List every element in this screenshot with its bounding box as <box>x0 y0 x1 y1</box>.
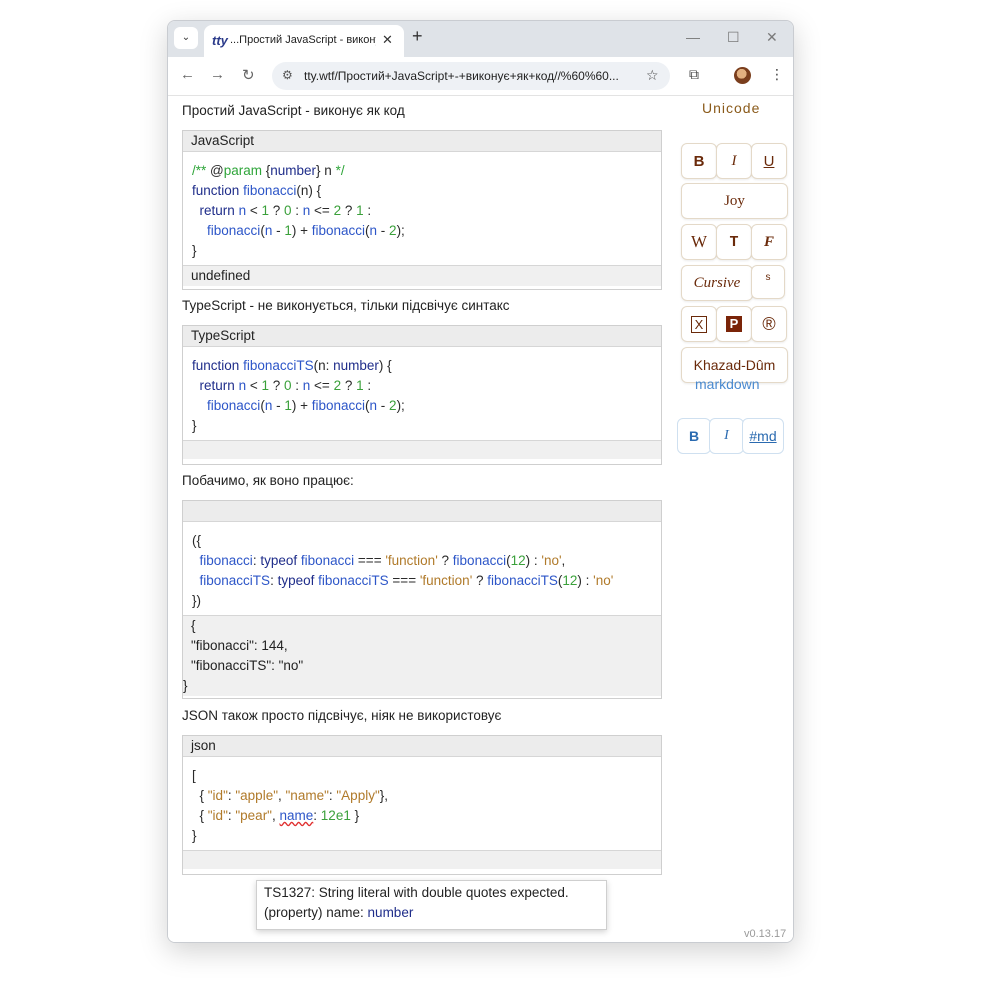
browser-window: ⌄ tty ...Простий JavaScript - виконує ✕ … <box>167 20 794 943</box>
code-editor[interactable]: ({ fibonacci: typeof fibonacci === 'func… <box>183 522 661 615</box>
url-text[interactable]: tty.wtf/Простий+JavaScript+-+виконує+як+… <box>304 69 634 83</box>
code-editor[interactable]: [ { "id": "apple", "name": "Apply"}, { "… <box>183 757 661 850</box>
unicode-cursive-button[interactable]: Cursive <box>681 265 753 301</box>
active-tab[interactable]: tty ...Простий JavaScript - виконує ✕ <box>204 25 404 57</box>
reload-button[interactable]: ↻ <box>242 66 255 84</box>
error-tooltip: TS1327: String literal with double quote… <box>256 880 607 930</box>
code-result: { "fibonacci": 144, "fibonacciTS": "no"} <box>183 615 661 696</box>
unicode-superscript-button[interactable]: s <box>751 265 785 299</box>
code-result <box>183 440 661 459</box>
tooltip-type-prefix: (property) name: <box>264 905 368 920</box>
tooltip-type-name: number <box>367 905 414 920</box>
close-window-button[interactable]: ✕ <box>766 29 778 46</box>
unicode-fraktur-button[interactable]: F <box>751 224 787 260</box>
code-block-json[interactable]: json [ { "id": "apple", "name": "Apply"}… <box>182 735 662 875</box>
heading-javascript: Простий JavaScript - виконує як код <box>182 103 405 118</box>
tab-search-button[interactable]: ⌄ <box>174 27 198 49</box>
heading-typescript: TypeScript - не виконується, тільки підс… <box>182 298 510 313</box>
unicode-boxed-button[interactable]: X <box>681 306 717 342</box>
unicode-joy-button[interactable]: Joy <box>681 183 788 219</box>
tab-close-icon[interactable]: ✕ <box>382 32 393 48</box>
code-block-typescript[interactable]: TypeScript function fibonacciTS(n: numbe… <box>182 325 662 465</box>
tab-bar: ⌄ tty ...Простий JavaScript - виконує ✕ … <box>168 21 793 57</box>
unicode-title: Unicode <box>702 100 761 116</box>
unicode-wide-button[interactable]: W <box>681 224 717 260</box>
unicode-plate-button[interactable]: P <box>716 306 752 342</box>
tab-title: ...Простий JavaScript - виконує <box>230 34 376 46</box>
result-line: { <box>191 618 196 633</box>
plate-p-label: P <box>725 316 743 332</box>
browser-menu-icon[interactable]: ⋮ <box>770 66 784 83</box>
unicode-typewriter-button[interactable]: T <box>716 224 752 260</box>
code-block-run[interactable]: ({ fibonacci: typeof fibonacci === 'func… <box>182 500 662 699</box>
bookmark-star-icon[interactable]: ☆ <box>646 67 659 84</box>
code-block-javascript[interactable]: JavaScript /** @param {number} n */ func… <box>182 130 662 290</box>
code-result: undefined <box>183 265 661 286</box>
result-line: "fibonacci": 144, <box>191 638 288 653</box>
markdown-tag-button[interactable]: #md <box>742 418 784 454</box>
code-editor[interactable]: /** @param {number} n */ function fibona… <box>183 152 661 265</box>
markdown-italic-button[interactable]: I <box>709 418 744 454</box>
page-content: Простий JavaScript - виконує як код Java… <box>168 96 793 942</box>
markdown-bold-button[interactable]: B <box>677 418 711 454</box>
markdown-title: markdown <box>695 376 760 392</box>
code-result <box>183 850 661 869</box>
forward-button[interactable]: → <box>210 66 225 83</box>
minimize-button[interactable]: — <box>686 29 700 45</box>
unicode-circled-button[interactable]: ® <box>751 306 787 342</box>
tooltip-error-line: TS1327: String literal with double quote… <box>264 885 569 900</box>
boxed-x-label: X <box>690 315 708 333</box>
tooltip-type-line: (property) name: number <box>264 903 606 923</box>
browser-toolbar: ← → ↻ ⚙ tty.wtf/Простий+JavaScript+-+вик… <box>168 57 793 96</box>
heading-json: JSON також просто підсвічує, ніяк не вик… <box>182 708 502 723</box>
code-editor[interactable]: function fibonacciTS(n: number) { return… <box>183 347 661 440</box>
favicon-icon: tty <box>212 33 228 48</box>
new-tab-button[interactable]: + <box>412 26 423 47</box>
site-settings-icon[interactable]: ⚙ <box>282 68 293 82</box>
profile-avatar[interactable] <box>734 67 751 84</box>
unicode-underline-button[interactable]: U <box>751 143 787 179</box>
maximize-button[interactable]: ☐ <box>727 29 740 46</box>
result-line: } <box>183 678 188 693</box>
version-label: v0.13.17 <box>744 928 787 940</box>
code-block-lang: JavaScript <box>183 131 661 152</box>
result-line: "fibonacciTS": "no" <box>191 658 304 673</box>
extensions-icon[interactable]: ⧉ <box>689 66 699 83</box>
unicode-bold-button[interactable]: B <box>681 143 717 179</box>
heading-run: Побачимо, як воно працює: <box>182 473 354 488</box>
code-block-lang <box>183 501 661 522</box>
code-block-lang: TypeScript <box>183 326 661 347</box>
unicode-italic-button[interactable]: I <box>716 143 752 179</box>
back-button[interactable]: ← <box>180 66 195 83</box>
address-bar[interactable]: ⚙ tty.wtf/Простий+JavaScript+-+виконує+я… <box>272 62 670 90</box>
code-block-lang: json <box>183 736 661 757</box>
